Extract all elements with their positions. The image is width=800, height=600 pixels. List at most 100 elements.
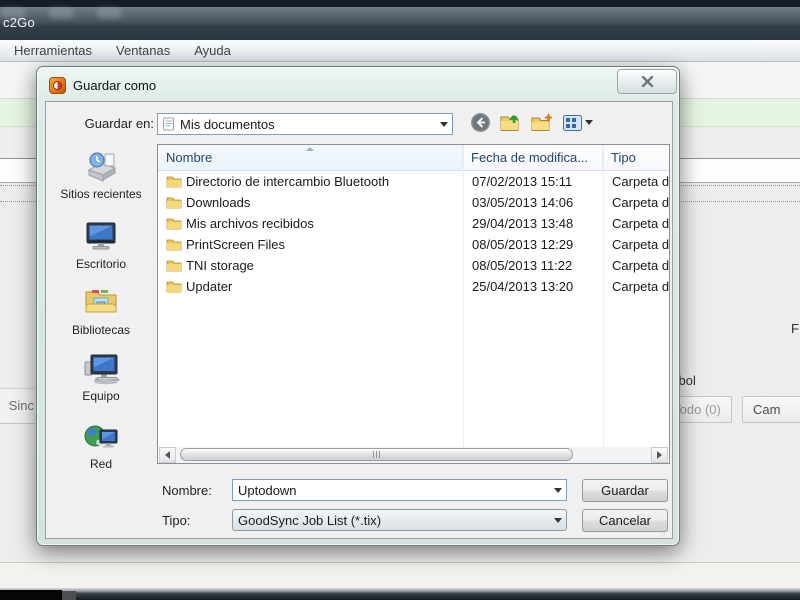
sidebar-item-label: Red — [89, 457, 112, 471]
column-header-name-label: Nombre — [166, 150, 213, 165]
save-button-label: Guardar — [601, 483, 649, 498]
save-in-combobox[interactable]: Mis documentos — [157, 113, 453, 135]
dialog-close-button[interactable] — [617, 69, 677, 94]
filetype-value: GoodSync Job List (*.tix) — [238, 512, 382, 528]
scrollbar-thumb[interactable] — [180, 448, 573, 461]
filename-dropdown-arrow[interactable] — [550, 480, 566, 500]
file-date: 08/05/2013 11:22 — [472, 258, 573, 273]
file-type: Carpeta d — [612, 279, 669, 294]
sort-ascending-icon — [306, 147, 314, 151]
sidebar-item-desktop[interactable]: Escritorio — [50, 216, 152, 282]
file-type: Carpeta d — [612, 195, 669, 210]
folder-icon — [166, 260, 182, 272]
close-icon — [641, 76, 653, 87]
folder-icon — [166, 218, 182, 230]
tree-cam-button[interactable]: Cam — [742, 396, 800, 423]
cancel-button[interactable]: Cancelar — [582, 509, 668, 532]
goodsync-app-icon — [49, 77, 66, 94]
file-name: PrintScreen Files — [186, 237, 285, 252]
column-header-date-label: Fecha de modifica... — [471, 150, 589, 165]
sidebar-item-label: Escritorio — [75, 257, 126, 271]
sidebar-item-libraries[interactable]: Bibliotecas — [50, 282, 152, 348]
file-row[interactable]: Updater 25/04/2013 13:20 Carpeta d — [158, 276, 669, 297]
computer-icon — [84, 354, 121, 385]
tree-cam-button-label: Cam — [753, 402, 781, 417]
minimize-icon — [0, 7, 26, 19]
file-row[interactable]: PrintScreen Files 08/05/2013 12:29 Carpe… — [158, 234, 669, 255]
file-row[interactable]: Directorio de intercambio Bluetooth 07/0… — [158, 171, 669, 192]
window-controls — [0, 7, 800, 19]
file-date: 03/05/2013 14:06 — [472, 195, 574, 210]
scroll-left-arrow[interactable] — [159, 447, 176, 463]
save-in-dropdown-arrow[interactable] — [436, 114, 452, 134]
back-button[interactable] — [470, 112, 491, 133]
file-row[interactable]: TNI storage 08/05/2013 11:22 Carpeta d — [158, 255, 669, 276]
tree-all-button-label: Todo (0) — [673, 402, 721, 417]
menu-herramientas[interactable]: Herramientas — [2, 41, 104, 60]
file-list-rows: Directorio de intercambio Bluetooth 07/0… — [158, 171, 669, 297]
file-type: Carpeta d — [612, 237, 669, 252]
network-icon — [84, 425, 118, 448]
scroll-right-arrow[interactable] — [651, 447, 668, 463]
taskbar-edge — [0, 588, 800, 600]
folder-icon — [166, 197, 182, 209]
up-one-level-button[interactable] — [500, 113, 522, 132]
menu-ayuda[interactable]: Ayuda — [182, 41, 243, 60]
column-header-date[interactable]: Fecha de modifica... — [463, 145, 603, 170]
save-in-value: Mis documentos — [180, 116, 275, 132]
file-row[interactable]: Mis archivos recibidos 29/04/2013 13:48 … — [158, 213, 669, 234]
filetype-dropdown-arrow[interactable] — [550, 510, 566, 530]
cancel-button-label: Cancelar — [598, 513, 652, 528]
view-menu-icon — [563, 114, 582, 131]
app-titlebar: c2Go — [0, 7, 800, 40]
sidebar-item-recent-places[interactable]: Sitios recientes — [50, 146, 152, 212]
horizontal-scrollbar[interactable] — [159, 447, 668, 463]
sidebar-item-network[interactable]: Red — [50, 418, 152, 484]
close-window-icon — [96, 7, 122, 19]
bg-left-button[interactable]: Sinc — [0, 388, 35, 424]
file-row[interactable]: Downloads 03/05/2013 14:06 Carpeta d — [158, 192, 669, 213]
folder-icon — [166, 239, 182, 251]
app-menubar: Herramientas Ventanas Ayuda — [0, 40, 800, 62]
file-name: Downloads — [186, 195, 251, 210]
column-header-type-label: Tipo — [611, 150, 636, 165]
filetype-combobox[interactable]: GoodSync Job List (*.tix) — [232, 509, 567, 531]
folder-icon — [166, 281, 182, 293]
scrollbar-track[interactable] — [176, 447, 651, 463]
back-icon — [471, 113, 490, 132]
file-date: 07/02/2013 15:11 — [472, 174, 573, 189]
screen-top-edge — [0, 0, 800, 7]
sidebar-item-computer[interactable]: Equipo — [50, 350, 152, 416]
maximize-icon — [48, 7, 74, 19]
file-date: 08/05/2013 12:29 — [472, 237, 574, 252]
filename-label: Nombre: — [162, 483, 212, 498]
view-menu-caret-icon — [585, 120, 593, 125]
file-list-header: Nombre Fecha de modifica... Tipo — [158, 145, 669, 171]
new-folder-icon — [531, 113, 553, 131]
view-menu-button[interactable] — [563, 114, 593, 131]
file-name: Mis archivos recibidos — [186, 216, 314, 231]
filename-combobox[interactable]: Uptodown — [232, 479, 567, 501]
bg-left-button-label: Sinc — [8, 398, 34, 413]
libraries-icon — [85, 290, 117, 313]
folder-icon — [166, 176, 182, 188]
dialog-title: Guardar como — [73, 78, 157, 93]
taskbar-left-block-2 — [62, 591, 76, 600]
bg-row-letter: F — [791, 321, 799, 336]
save-in-label: Guardar en: — [84, 116, 154, 131]
file-type: Carpeta d — [612, 258, 669, 273]
save-button[interactable]: Guardar — [582, 479, 668, 502]
resize-grip[interactable]: ⋰ — [660, 529, 670, 538]
sidebar-item-label: Equipo — [82, 389, 120, 403]
file-name: TNI storage — [186, 258, 254, 273]
column-header-type[interactable]: Tipo — [603, 145, 669, 170]
column-header-name[interactable]: Nombre — [158, 145, 463, 170]
file-date: 25/04/2013 13:20 — [472, 279, 574, 294]
filename-value[interactable]: Uptodown — [233, 483, 550, 498]
file-name: Updater — [186, 279, 233, 294]
desktop-icon — [86, 222, 116, 250]
new-folder-button[interactable] — [531, 113, 554, 132]
documents-icon — [163, 117, 174, 131]
recent-places-icon — [87, 152, 117, 182]
menu-ventanas[interactable]: Ventanas — [104, 41, 182, 60]
